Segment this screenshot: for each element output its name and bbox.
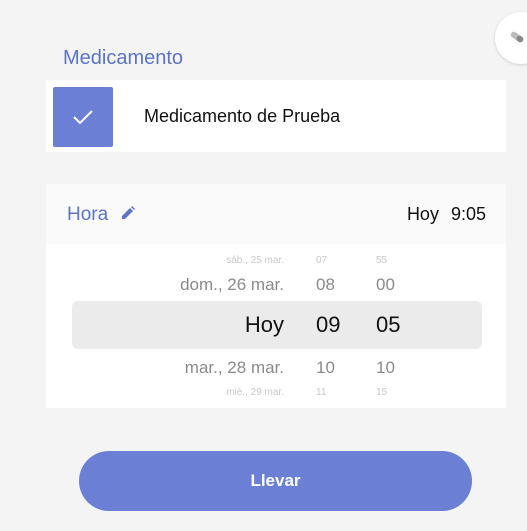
picker-day: sáb., 25 mar. — [226, 255, 284, 266]
medication-card[interactable]: Medicamento de Prueba — [46, 80, 506, 152]
picker-hour: 08 — [316, 275, 335, 294]
medication-checkbox[interactable] — [53, 87, 113, 147]
picker-day: dom., 26 mar. — [180, 275, 284, 294]
picker-day: Hoy — [244, 312, 284, 337]
selected-day: Hoy — [406, 204, 439, 224]
picker-minute: 10 — [376, 358, 395, 377]
time-label: Hora — [67, 204, 109, 225]
picker-minute: 05 — [376, 312, 401, 337]
check-icon — [73, 110, 93, 125]
picker-minute: 15 — [376, 387, 388, 398]
time-card: Hora Hoy 9:05 sáb., 25 mar. 07 55 dom., 2… — [46, 184, 506, 408]
date-time-picker[interactable]: sáb., 25 mar. 07 55 dom., 26 mar. 08 00 … — [46, 244, 506, 408]
pill-icon — [510, 31, 524, 43]
pencil-icon[interactable] — [121, 206, 135, 220]
picker-minute: 55 — [376, 255, 388, 266]
picker-hour: 10 — [316, 358, 335, 377]
time-header[interactable]: Hora Hoy 9:05 — [46, 184, 506, 244]
picker-minute: 00 — [376, 275, 395, 294]
picker-day: mié., 29 mar. — [226, 387, 284, 398]
medication-name: Medicamento de Prueba — [144, 106, 341, 126]
selected-time: Hoy 9:05 — [407, 204, 486, 225]
llevar-button[interactable]: Llevar — [79, 451, 472, 511]
pill-button[interactable] — [495, 12, 527, 64]
picker-day: mar., 28 mar. — [184, 358, 284, 377]
picker-hour: 07 — [316, 255, 328, 266]
section-title: Medicamento — [63, 47, 184, 69]
selected-clock: 9:05 — [450, 204, 486, 224]
picker-hour: 11 — [316, 387, 327, 398]
picker-hour: 09 — [316, 312, 341, 337]
